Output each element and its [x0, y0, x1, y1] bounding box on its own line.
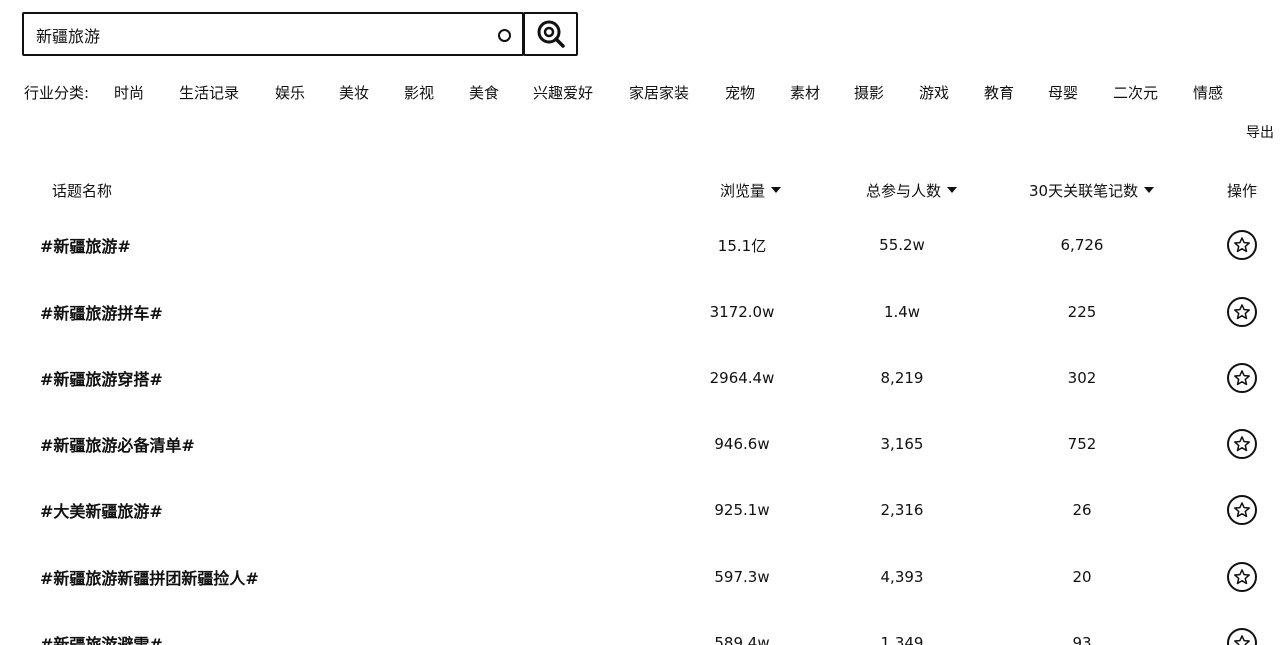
topic-name[interactable]: #新疆旅游#: [40, 212, 131, 278]
category-item[interactable]: 兴趣爱好: [533, 82, 593, 103]
topic-name[interactable]: #新疆旅游穿搭#: [40, 345, 163, 411]
clear-icon[interactable]: [498, 29, 511, 42]
notes-value: 752: [1067, 435, 1097, 453]
search-icon: [537, 20, 565, 48]
favorite-button[interactable]: [1227, 562, 1257, 592]
category-item[interactable]: 摄影: [854, 82, 884, 103]
category-item[interactable]: 教育: [984, 82, 1014, 103]
action-cell: [1226, 477, 1258, 543]
category-item[interactable]: 美妆: [339, 82, 369, 103]
table-row: #新疆旅游新疆拼团新疆捡人# 597.3w 4,393 20: [0, 544, 1280, 610]
favorite-button[interactable]: [1227, 363, 1257, 393]
category-item[interactable]: 生活记录: [179, 82, 239, 103]
column-header-notes[interactable]: 30天关联笔记数: [1029, 180, 1155, 201]
table-row: #新疆旅游# 15.1亿 55.2w 6,726: [0, 212, 1280, 278]
action-cell: [1226, 212, 1258, 278]
column-header-label: 总参与人数: [866, 182, 942, 200]
star-icon: [1234, 569, 1250, 585]
notes-value: 93: [1072, 634, 1092, 645]
category-item[interactable]: 宠物: [725, 82, 755, 103]
category-item[interactable]: 母婴: [1048, 82, 1078, 103]
column-header-participants[interactable]: 总参与人数: [866, 180, 958, 201]
participants-value: 4,393: [880, 568, 924, 586]
category-label: 行业分类:: [24, 84, 90, 102]
category-item[interactable]: 娱乐: [275, 82, 305, 103]
action-cell: [1226, 345, 1258, 411]
participants-value: 55.2w: [879, 236, 925, 254]
star-icon: [1234, 635, 1250, 645]
topic-name[interactable]: #新疆旅游新疆拼团新疆捡人#: [40, 544, 259, 610]
views-value: 597.3w: [714, 568, 770, 586]
sort-down-icon: [947, 186, 958, 193]
category-item[interactable]: 影视: [404, 82, 434, 103]
views-value: 925.1w: [714, 501, 770, 519]
action-cell: [1226, 279, 1258, 345]
category-item[interactable]: 二次元: [1113, 82, 1158, 103]
column-header-label: 浏览量: [720, 182, 766, 200]
topic-name[interactable]: #新疆旅游避雷#: [40, 610, 163, 645]
favorite-button[interactable]: [1227, 495, 1257, 525]
views-value: 3172.0w: [709, 303, 775, 321]
star-icon: [1234, 502, 1250, 518]
star-icon: [1234, 237, 1250, 253]
search-input[interactable]: [36, 22, 476, 48]
notes-value: 20: [1072, 568, 1092, 586]
notes-value: 302: [1067, 369, 1097, 387]
table-row: #新疆旅游必备清单# 946.6w 3,165 752: [0, 411, 1280, 477]
category-item[interactable]: 美食: [469, 82, 499, 103]
category-item[interactable]: 游戏: [919, 82, 949, 103]
participants-value: 1,349: [880, 634, 924, 645]
column-header-views[interactable]: 浏览量: [720, 180, 782, 201]
participants-value: 2,316: [880, 501, 924, 519]
sort-down-icon: [771, 186, 782, 193]
column-header-topic-name: 话题名称: [52, 182, 113, 200]
notes-value: 26: [1072, 501, 1092, 519]
action-cell: [1226, 411, 1258, 477]
notes-value: 225: [1067, 303, 1097, 321]
topic-name[interactable]: #新疆旅游拼车#: [40, 279, 163, 345]
views-value: 946.6w: [714, 435, 770, 453]
favorite-button[interactable]: [1227, 297, 1257, 327]
participants-value: 8,219: [880, 369, 924, 387]
star-icon: [1234, 436, 1250, 452]
topic-name[interactable]: #大美新疆旅游#: [40, 477, 163, 543]
action-cell: [1226, 544, 1258, 610]
category-item[interactable]: 时尚: [114, 82, 144, 103]
table-row: #大美新疆旅游# 925.1w 2,316 26: [0, 477, 1280, 543]
search-button[interactable]: [523, 12, 578, 56]
participants-value: 3,165: [880, 435, 924, 453]
topic-name[interactable]: #新疆旅游必备清单#: [40, 411, 195, 477]
star-icon: [1234, 370, 1250, 386]
star-icon: [1234, 304, 1250, 320]
views-value: 15.1亿: [717, 236, 767, 255]
table-row: #新疆旅游穿搭# 2964.4w 8,219 302: [0, 345, 1280, 411]
column-header-label: 30天关联笔记数: [1029, 182, 1139, 200]
export-button[interactable]: 导出: [1246, 122, 1274, 142]
sort-down-icon: [1144, 186, 1155, 193]
category-filter-row: 行业分类: 时尚 生活记录 娱乐 美妆 影视 美食 兴趣爱好 家居家装 宠物 素…: [24, 82, 1280, 104]
notes-value: 6,726: [1060, 236, 1104, 254]
search-box: [22, 12, 524, 56]
action-cell: [1226, 610, 1258, 645]
category-item[interactable]: 情感: [1193, 82, 1223, 103]
table-row: #新疆旅游拼车# 3172.0w 1.4w 225: [0, 279, 1280, 345]
column-header-action: 操作: [1227, 182, 1258, 200]
views-value: 2964.4w: [709, 369, 775, 387]
table-row: #新疆旅游避雷# 589.4w 1,349 93: [0, 610, 1280, 645]
favorite-button[interactable]: [1227, 429, 1257, 459]
views-value: 589.4w: [714, 634, 770, 645]
participants-value: 1.4w: [883, 303, 921, 321]
favorite-button[interactable]: [1227, 230, 1257, 260]
category-item[interactable]: 家居家装: [629, 82, 689, 103]
category-item[interactable]: 素材: [790, 82, 820, 103]
favorite-button[interactable]: [1227, 628, 1257, 645]
